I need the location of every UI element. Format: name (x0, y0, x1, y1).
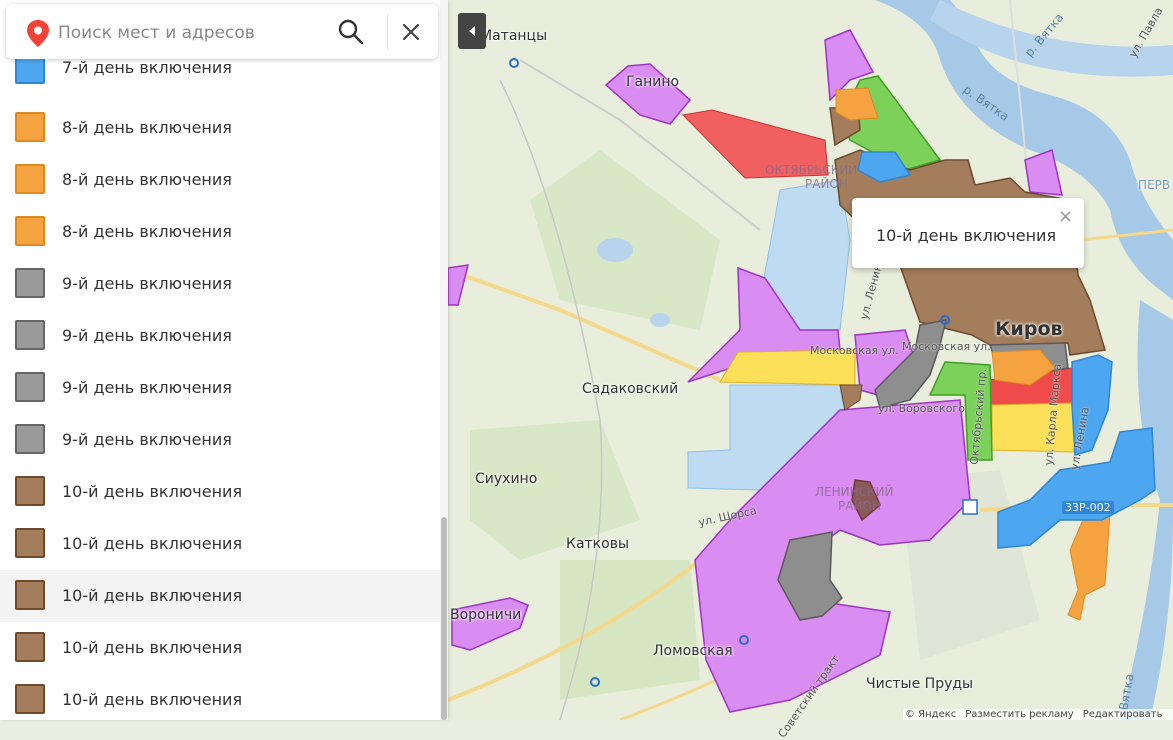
road-badge: 33Р-002 (1062, 501, 1114, 514)
collapse-panel-button[interactable] (458, 13, 486, 49)
street-label: ул. Воровского (878, 402, 965, 415)
color-swatch (15, 684, 45, 714)
legend-item[interactable]: 8-й день включения (0, 102, 440, 154)
place-label: Сиухино (475, 471, 538, 487)
legend-item-selected[interactable]: 10-й день включения (0, 570, 440, 622)
balloon-text: 10-й день включения (876, 226, 1057, 245)
city-label-kirov: Киров (995, 318, 1063, 340)
color-swatch (15, 164, 45, 194)
color-swatch (15, 424, 45, 454)
legend-item[interactable]: 10-й день включения (0, 466, 440, 518)
legend-panel: 7-й день включения 8-й день включения 8-… (0, 0, 448, 720)
legend-item[interactable]: 9-й день включения (0, 310, 440, 362)
search-bar (6, 4, 438, 59)
color-swatch (15, 268, 45, 298)
color-swatch (15, 632, 45, 662)
street-label: Московская ул. (902, 340, 991, 353)
legend-item[interactable]: 10-й день включения (0, 518, 440, 570)
legend-item-label: 10-й день включения (62, 586, 243, 605)
legend-item-label: 10-й день включения (62, 638, 243, 657)
legend-item-label: 8-й день включения (62, 222, 232, 241)
balloon-close-button[interactable]: × (1058, 206, 1073, 227)
legend-list[interactable]: 7-й день включения 8-й день включения 8-… (0, 50, 440, 720)
legend-item[interactable]: 10-й день включения (0, 622, 440, 674)
map-balloon: 10-й день включения × (852, 198, 1084, 268)
legend-item-label: 9-й день включения (62, 326, 232, 345)
legend-item-label: 10-й день включения (62, 534, 243, 553)
district-label: ЛЕНИНСКИЙ (815, 485, 894, 499)
street-label: Московская ул. (810, 344, 899, 357)
legend-item-label: 8-й день включения (62, 118, 232, 137)
location-pin-icon (27, 20, 49, 47)
legend-item[interactable]: 9-й день включения (0, 362, 440, 414)
search-divider (387, 14, 388, 50)
district-label: ОКТЯБРЬСКИЙ (765, 163, 858, 177)
color-swatch (15, 528, 45, 558)
copyright-text: © Яндекс (905, 709, 957, 720)
legend-item-label: 9-й день включения (62, 274, 232, 293)
color-swatch (15, 216, 45, 246)
color-swatch (15, 476, 45, 506)
place-label: Садаковский (582, 381, 679, 397)
place-label: Матанцы (480, 28, 548, 44)
place-label: Вороничи (450, 607, 522, 623)
district-label: ПЕРВ (1138, 178, 1171, 192)
district-label: РАЙОН (838, 499, 881, 513)
color-swatch (15, 580, 45, 610)
edit-link[interactable]: Редактировать (1083, 709, 1163, 720)
close-icon[interactable] (398, 19, 424, 45)
place-label: Ганино (626, 74, 680, 90)
place-label: Катковы (566, 536, 629, 552)
legend-item-label: 9-й день включения (62, 430, 232, 449)
search-input[interactable] (56, 15, 330, 51)
map-footer: © Яндекс Разместить рекламу Редактировать (903, 709, 1173, 720)
place-label: Чистые Пруды (866, 676, 974, 692)
legend-item-label: 10-й день включения (62, 482, 243, 501)
chevron-left-icon (469, 26, 475, 36)
legend-item[interactable]: 8-й день включения (0, 154, 440, 206)
legend-item[interactable]: 9-й день включения (0, 258, 440, 310)
legend-item-label: 10-й день включения (62, 690, 243, 709)
legend-item-label: 7-й день включения (62, 58, 232, 77)
legend-item-label: 9-й день включения (62, 378, 232, 397)
search-icon[interactable] (336, 17, 366, 47)
color-swatch (15, 112, 45, 142)
color-swatch (15, 320, 45, 350)
legend-item[interactable]: 10-й день включения (0, 674, 440, 720)
legend-item[interactable]: 8-й день включения (0, 206, 440, 258)
ads-link[interactable]: Разместить рекламу (965, 709, 1073, 720)
scrollbar-thumb[interactable] (441, 517, 447, 720)
color-swatch (15, 372, 45, 402)
legend-item[interactable]: 9-й день включения (0, 414, 440, 466)
place-label: Ломовская (653, 643, 733, 659)
district-label: РАЙОН (805, 177, 848, 191)
legend-item-label: 8-й день включения (62, 170, 232, 189)
